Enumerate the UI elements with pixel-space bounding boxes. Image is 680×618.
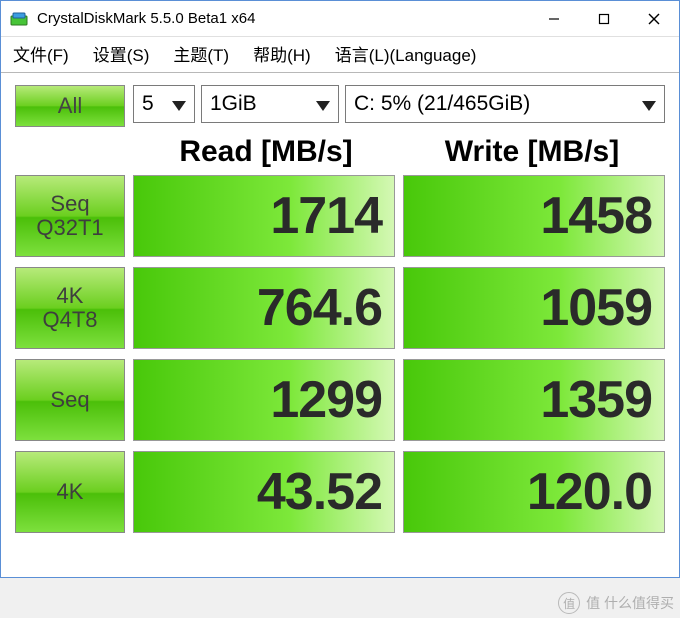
test-button-seq-q32t1[interactable]: Seq Q32T1	[15, 175, 125, 257]
footer-blank	[15, 533, 665, 567]
read-value-4k-q4t8: 764.6	[133, 267, 395, 349]
row-4k: 4K 43.52 120.0	[15, 451, 665, 533]
app-icon	[9, 9, 29, 29]
row-4k-q4t8: 4K Q4T8 764.6 1059	[15, 267, 665, 349]
watermark: 值 值 什么值得买	[558, 592, 674, 614]
read-value-seq-q32t1: 1714	[133, 175, 395, 257]
test-button-seq[interactable]: Seq	[15, 359, 125, 441]
menu-theme[interactable]: 主题(T)	[173, 41, 229, 66]
write-value-4k: 120.0	[403, 451, 665, 533]
window-title: CrystalDiskMark 5.5.0 Beta1 x64	[37, 10, 529, 27]
selects-group: 5 1GiB C: 5% (21/465GiB)	[133, 85, 665, 127]
read-value-4k: 43.52	[133, 451, 395, 533]
watermark-icon: 值	[558, 592, 580, 614]
window-buttons	[529, 1, 679, 36]
write-value-4k-q4t8: 1059	[403, 267, 665, 349]
titlebar[interactable]: CrystalDiskMark 5.5.0 Beta1 x64	[1, 1, 679, 37]
write-value-seq: 1359	[403, 359, 665, 441]
menu-help[interactable]: 帮助(H)	[253, 41, 311, 66]
menu-file[interactable]: 文件(F)	[13, 41, 69, 66]
watermark-text: 值 什么值得买	[586, 593, 674, 613]
test-size-select[interactable]: 1GiB	[201, 85, 339, 123]
write-value-seq-q32t1: 1458	[403, 175, 665, 257]
top-controls: All 5 1GiB C: 5% (21/465GiB)	[15, 85, 665, 127]
test-button-4k-q4t8[interactable]: 4K Q4T8	[15, 267, 125, 349]
read-value-seq: 1299	[133, 359, 395, 441]
maximize-button[interactable]	[579, 1, 629, 36]
row-seq-q32t1: Seq Q32T1 1714 1458	[15, 175, 665, 257]
result-rows: Seq Q32T1 1714 1458 4K Q4T8 764.6 1059 S…	[15, 175, 665, 533]
app-window: CrystalDiskMark 5.5.0 Beta1 x64 文件(F) 设置…	[0, 0, 680, 578]
column-headers: Read [MB/s] Write [MB/s]	[15, 129, 665, 175]
run-count-select[interactable]: 5	[133, 85, 195, 123]
read-header: Read [MB/s]	[133, 135, 399, 169]
menu-language[interactable]: 语言(L)(Language)	[335, 41, 477, 66]
row-seq: Seq 1299 1359	[15, 359, 665, 441]
drive-select[interactable]: C: 5% (21/465GiB)	[345, 85, 665, 123]
close-button[interactable]	[629, 1, 679, 36]
minimize-button[interactable]	[529, 1, 579, 36]
write-header: Write [MB/s]	[399, 135, 665, 169]
menu-settings[interactable]: 设置(S)	[93, 41, 150, 66]
menubar: 文件(F) 设置(S) 主题(T) 帮助(H) 语言(L)(Language)	[1, 37, 679, 72]
client-area: All 5 1GiB C: 5% (21/465GiB) Read [MB/s]…	[1, 72, 679, 577]
all-button[interactable]: All	[15, 85, 125, 127]
test-button-4k[interactable]: 4K	[15, 451, 125, 533]
